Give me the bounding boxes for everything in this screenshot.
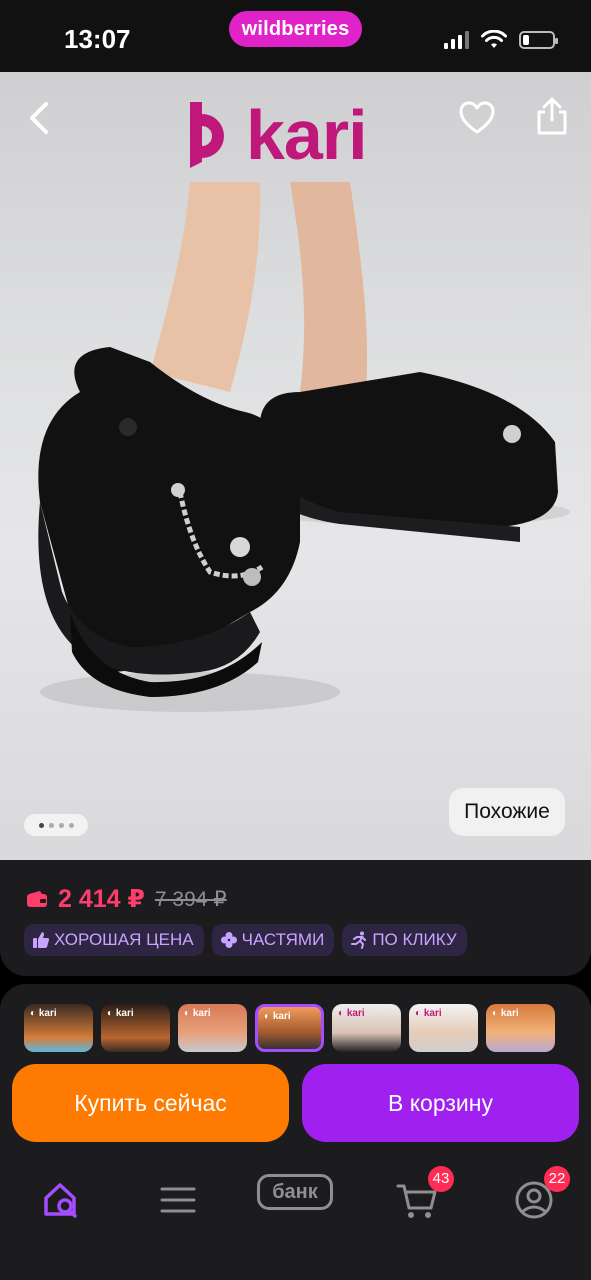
home-search-icon [44, 1183, 77, 1218]
status-bar: 13:07 wildberries [0, 0, 591, 72]
cellular-signal-icon [444, 31, 469, 49]
wifi-icon [481, 30, 507, 48]
battery-icon [519, 31, 558, 49]
product-photo [38, 182, 570, 712]
thumbnail-logo: ◐ kari [264, 1011, 291, 1022]
thumbnail-logo: ◐ kari [107, 1008, 134, 1019]
favorite-button[interactable] [458, 100, 496, 136]
brand-logo: kari [184, 96, 368, 174]
variant-thumbnail[interactable]: ◐ kari [332, 1004, 401, 1052]
back-button[interactable] [24, 98, 54, 138]
variant-thumbnail[interactable]: ◐ kari [178, 1004, 247, 1052]
brand-logo-text: kari [246, 96, 368, 174]
thumbnail-logo: ◐ kari [338, 1008, 365, 1019]
carousel-dot [58, 822, 64, 828]
tab-cart[interactable]: 43 [394, 1166, 454, 1224]
variant-thumbnails: ◐ kari ◐ kari ◐ kari ◐ kari ◐ kari ◐ kar… [24, 1004, 555, 1052]
product-image-carousel[interactable]: kari Похожие [0, 72, 591, 860]
carousel-indicator [24, 814, 88, 836]
thumbnail-logo: ◐ kari [415, 1008, 442, 1019]
variant-thumbnail[interactable]: ◐ kari [101, 1004, 170, 1052]
buy-now-button[interactable]: Купить сейчас [12, 1064, 289, 1142]
kari-logo-mark [190, 102, 224, 168]
clover-icon [220, 932, 237, 948]
tab-bank[interactable]: банк [257, 1174, 333, 1210]
badge-one-click[interactable]: ПО КЛИКУ [342, 924, 467, 956]
price-row: 2 414 ₽ 7 394 ₽ [26, 884, 227, 914]
thumbnail-logo: ◐ kari [30, 1008, 57, 1019]
badge-label: ЧАСТЯМИ [241, 930, 325, 949]
bottom-tab-bar: банк 43 22 [0, 1160, 591, 1280]
thumbnail-logo: ◐ kari [492, 1008, 519, 1019]
carousel-dot [68, 822, 74, 828]
tab-profile[interactable]: 22 [510, 1166, 570, 1224]
variant-thumbnail[interactable]: ◐ kari [409, 1004, 478, 1052]
similar-button[interactable]: Похожие [449, 788, 565, 836]
carousel-dot [48, 822, 54, 828]
current-price: 2 414 ₽ [58, 885, 145, 913]
chevron-left-icon [30, 102, 48, 134]
price-panel: 2 414 ₽ 7 394 ₽ ХОРОШАЯ ЦЕНА ЧАСТЯМИ ПО … [0, 860, 591, 976]
tab-catalog[interactable] [154, 1176, 202, 1224]
wallet-icon [27, 891, 47, 907]
old-price: 7 394 ₽ [154, 887, 227, 911]
status-time: 13:07 [64, 24, 131, 54]
badge-installments[interactable]: ЧАСТЯМИ [211, 924, 335, 956]
profile-count-badge: 22 [544, 1166, 570, 1192]
badge-row: ХОРОШАЯ ЦЕНА ЧАСТЯМИ ПО КЛИКУ [24, 924, 467, 956]
badge-label: ХОРОШАЯ ЦЕНА [54, 930, 194, 949]
heart-icon [459, 101, 495, 134]
thumbs-up-icon [33, 932, 49, 948]
share-button[interactable] [535, 96, 569, 136]
badge-label: ПО КЛИКУ [372, 930, 457, 949]
running-icon [351, 931, 367, 949]
status-icons [444, 28, 558, 52]
tab-home-search[interactable] [38, 1176, 86, 1224]
add-to-cart-button[interactable]: В корзину [302, 1064, 579, 1142]
carousel-dot [38, 822, 44, 828]
share-icon [537, 97, 567, 135]
badge-good-price[interactable]: ХОРОШАЯ ЦЕНА [24, 924, 204, 956]
variant-thumbnail[interactable]: ◐ kari [24, 1004, 93, 1052]
variant-thumbnail[interactable]: ◐ kari [486, 1004, 555, 1052]
variant-thumbnail-selected[interactable]: ◐ kari [255, 1004, 324, 1052]
thumbnail-logo: ◐ kari [184, 1008, 211, 1019]
cart-count-badge: 43 [428, 1166, 454, 1192]
wildberries-pill[interactable]: wildberries [229, 11, 362, 47]
menu-icon [160, 1187, 196, 1213]
